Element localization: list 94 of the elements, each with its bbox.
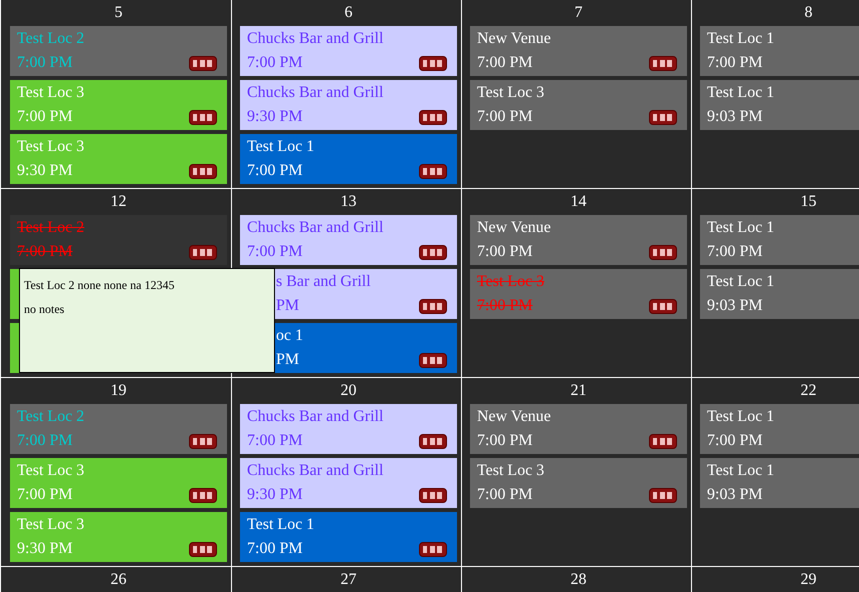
day-number: 6 (344, 5, 352, 21)
day-number: 13 (340, 194, 356, 210)
event-time: 9:03 PM (707, 296, 763, 316)
event-title: Test Loc 1 (247, 137, 314, 157)
day-number: 8 (804, 5, 812, 21)
day-number: 26 (110, 572, 126, 588)
tooltip-text: Test Loc 2 none none na 12345 (24, 277, 174, 293)
event-time: 7:00 PM (247, 242, 303, 262)
event-card[interactable]: Test Loc 2 7:00 PM (10, 26, 227, 76)
event-card[interactable]: New Venue 7:00 PM (470, 215, 687, 265)
event-title: s Bar and Grill (276, 272, 371, 292)
event-title: Test Loc 1 (707, 29, 774, 49)
day-number: 7 (574, 5, 582, 21)
event-title: Chucks Bar and Grill (247, 407, 384, 427)
event-time: 9:30 PM (247, 485, 303, 505)
event-card[interactable]: Chucks Bar and Grill 7:00 PM (240, 26, 457, 76)
event-time: 9:30 PM (17, 161, 73, 181)
event-time: 7:00 PM (17, 242, 73, 262)
event-title: Test Loc 3 (477, 272, 544, 292)
event-card[interactable]: Test Loc 1 7:00 PM (240, 134, 457, 184)
event-card[interactable]: Test Loc 3 7:00 PM (470, 80, 687, 130)
event-card[interactable]: Chucks Bar and Grill 9:30 PM (240, 80, 457, 130)
event-time: 9:03 PM (707, 107, 763, 127)
day-number: 15 (800, 194, 816, 210)
event-title: Chucks Bar and Grill (247, 461, 384, 481)
event-title: Test Loc 1 (707, 218, 774, 238)
event-title: Test Loc 3 (477, 461, 544, 481)
day-number: 22 (800, 383, 816, 399)
event-card[interactable]: Chucks Bar and Grill 9:30 PM (240, 458, 457, 508)
event-card[interactable]: New Venue 7:00 PM (470, 26, 687, 76)
event-title: New Venue (477, 29, 551, 49)
event-title: Test Loc 3 (17, 83, 84, 103)
event-time: 7:00 PM (17, 107, 73, 127)
event-title: Test Loc 3 (17, 461, 84, 481)
event-card[interactable]: Test Loc 2 7:00 PM (10, 215, 227, 265)
event-time: 7:00 PM (17, 53, 73, 73)
event-time: 7:00 PM (477, 296, 533, 316)
event-title: Test Loc 1 (707, 83, 774, 103)
event-time: 7:00 PM (707, 242, 763, 262)
event-time: 7:00 PM (17, 431, 73, 451)
day-number: 12 (110, 194, 126, 210)
event-time: 9:30 PM (247, 107, 303, 127)
event-time: 9:30 PM (17, 539, 73, 559)
event-title: New Venue (477, 407, 551, 427)
event-title: Test Loc 3 (17, 137, 84, 157)
event-time: PM (276, 350, 300, 370)
event-time: 7:00 PM (477, 242, 533, 262)
day-number: 14 (570, 194, 586, 210)
event-title: Test Loc 1 (707, 407, 774, 427)
day-number: 29 (800, 572, 816, 588)
day-number: 21 (570, 383, 586, 399)
tooltip-text: no notes (24, 301, 64, 317)
event-card[interactable]: Test Loc 2 7:00 PM (10, 404, 227, 454)
day-number: 20 (340, 383, 356, 399)
event-title: Test Loc 1 (707, 461, 774, 481)
day-number: 27 (340, 572, 356, 588)
event-title: Test Loc 1 (247, 515, 314, 535)
event-title: Test Loc 1 (707, 272, 774, 292)
event-time: 7:00 PM (477, 485, 533, 505)
event-title: Chucks Bar and Grill (247, 218, 384, 238)
event-time: 7:00 PM (707, 53, 763, 73)
event-card[interactable]: Chucks Bar and Grill 7:00 PM (240, 404, 457, 454)
event-card[interactable]: Test Loc 1 7:00 PM (700, 404, 859, 454)
event-card[interactable]: Test Loc 1 7:00 PM (240, 512, 457, 562)
event-card[interactable]: Test Loc 1 7:00 PM (700, 215, 859, 265)
event-title: Test Loc 2 (17, 218, 84, 238)
event-title: Test Loc 3 (17, 515, 84, 535)
event-title: Chucks Bar and Grill (247, 83, 384, 103)
event-time: 7:00 PM (17, 485, 73, 505)
event-time: 7:00 PM (247, 53, 303, 73)
event-title: Test Loc 3 (477, 83, 544, 103)
event-time: 7:00 PM (477, 431, 533, 451)
event-time: 7:00 PM (247, 161, 303, 181)
event-card[interactable]: Test Loc 1 9:03 PM (700, 458, 859, 508)
event-time: 7:00 PM (477, 53, 533, 73)
event-card[interactable]: Test Loc 1 9:03 PM (700, 80, 859, 130)
day-number: 28 (570, 572, 586, 588)
event-title: Test Loc 2 (17, 29, 84, 49)
event-time: PM (276, 296, 300, 316)
event-time: 9:03 PM (707, 485, 763, 505)
event-time: 7:00 PM (707, 431, 763, 451)
event-title: New Venue (477, 218, 551, 238)
event-title: oc 1 (276, 326, 304, 346)
day-number: 19 (110, 383, 126, 399)
event-time: 7:00 PM (247, 431, 303, 451)
event-title: Chucks Bar and Grill (247, 29, 384, 49)
event-time: 7:00 PM (247, 539, 303, 559)
event-card[interactable]: New Venue 7:00 PM (470, 404, 687, 454)
day-number: 5 (114, 5, 122, 21)
event-card[interactable]: Test Loc 1 9:03 PM (700, 269, 859, 319)
event-title: Test Loc 2 (17, 407, 84, 427)
event-card[interactable]: Test Loc 1 7:00 PM (700, 26, 859, 76)
event-time: 7:00 PM (477, 107, 533, 127)
event-card[interactable]: Test Loc 3 7:00 PM (470, 458, 687, 508)
